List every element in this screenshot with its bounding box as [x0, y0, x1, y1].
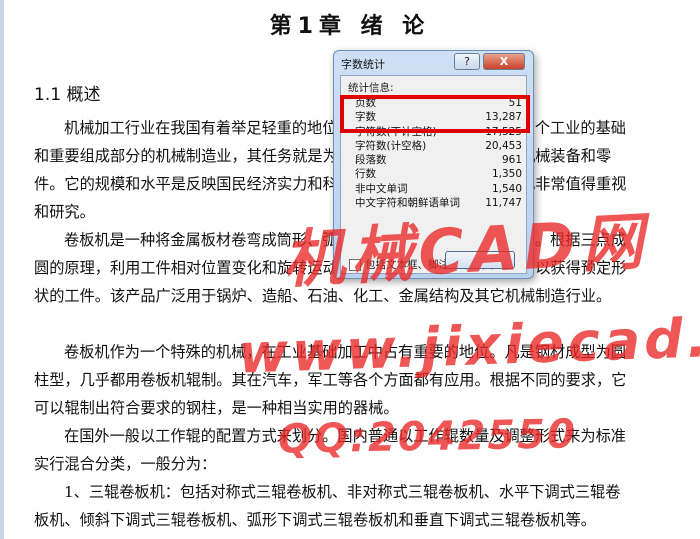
- paragraph: 在国外一般以工作辊的配置方式来划分。国内普通以工作辊数量及调整形式来为标准实行混…: [34, 427, 626, 473]
- close-icon[interactable]: X: [483, 53, 525, 70]
- stat-value: 961: [501, 154, 522, 167]
- stat-label: 行数: [355, 168, 376, 181]
- stat-value: 20,453: [485, 139, 522, 152]
- stat-row-non-chinese-words: 非中文单词 1,540: [355, 182, 522, 196]
- chapter-title: 第1章 绪 论: [269, 14, 431, 39]
- paragraph: 卷板机作为一个特殊的机械，在工业基础加工中占有重要的地位。凡是钢材成型为圆柱型，…: [34, 343, 627, 417]
- stat-row-paragraphs: 段落数 961: [355, 153, 522, 167]
- stat-label: 字符数(计空格): [355, 139, 427, 152]
- stat-row-chinese-chars: 中文字符和朝鲜语单词 11,747: [355, 196, 522, 210]
- dialog-title: 字数统计: [341, 58, 385, 71]
- highlight-box: [340, 95, 530, 133]
- stat-label: 段落数: [355, 154, 387, 167]
- dialog-close-button[interactable]: [445, 251, 515, 269]
- stat-value: 11,747: [485, 197, 522, 210]
- section-heading: 1.1 概述: [34, 85, 101, 105]
- stat-row-chars-with-spaces: 字符数(计空格) 20,453: [355, 139, 522, 153]
- word-count-dialog: 字数统计 ? X 统计信息: 页数 51 字数 13,287 字符数(不计空格)…: [333, 50, 534, 279]
- paragraph: 1、三辊卷板机：包括对称式三辊卷板机、非对称式三辊卷板机、水平下调式三辊卷板机、…: [34, 483, 621, 529]
- stat-value: 1,540: [491, 182, 522, 195]
- stat-value: 1,350: [491, 168, 522, 181]
- stat-label: 非中文单词: [355, 182, 408, 195]
- include-textboxes-checkbox[interactable]: [349, 258, 361, 271]
- window-edge: [0, 0, 4, 539]
- stat-label: 中文字符和朝鲜语单词: [355, 197, 460, 210]
- help-button[interactable]: ?: [454, 53, 480, 70]
- stat-row-lines: 行数 1,350: [355, 167, 522, 181]
- stats-header: 统计信息:: [348, 82, 394, 94]
